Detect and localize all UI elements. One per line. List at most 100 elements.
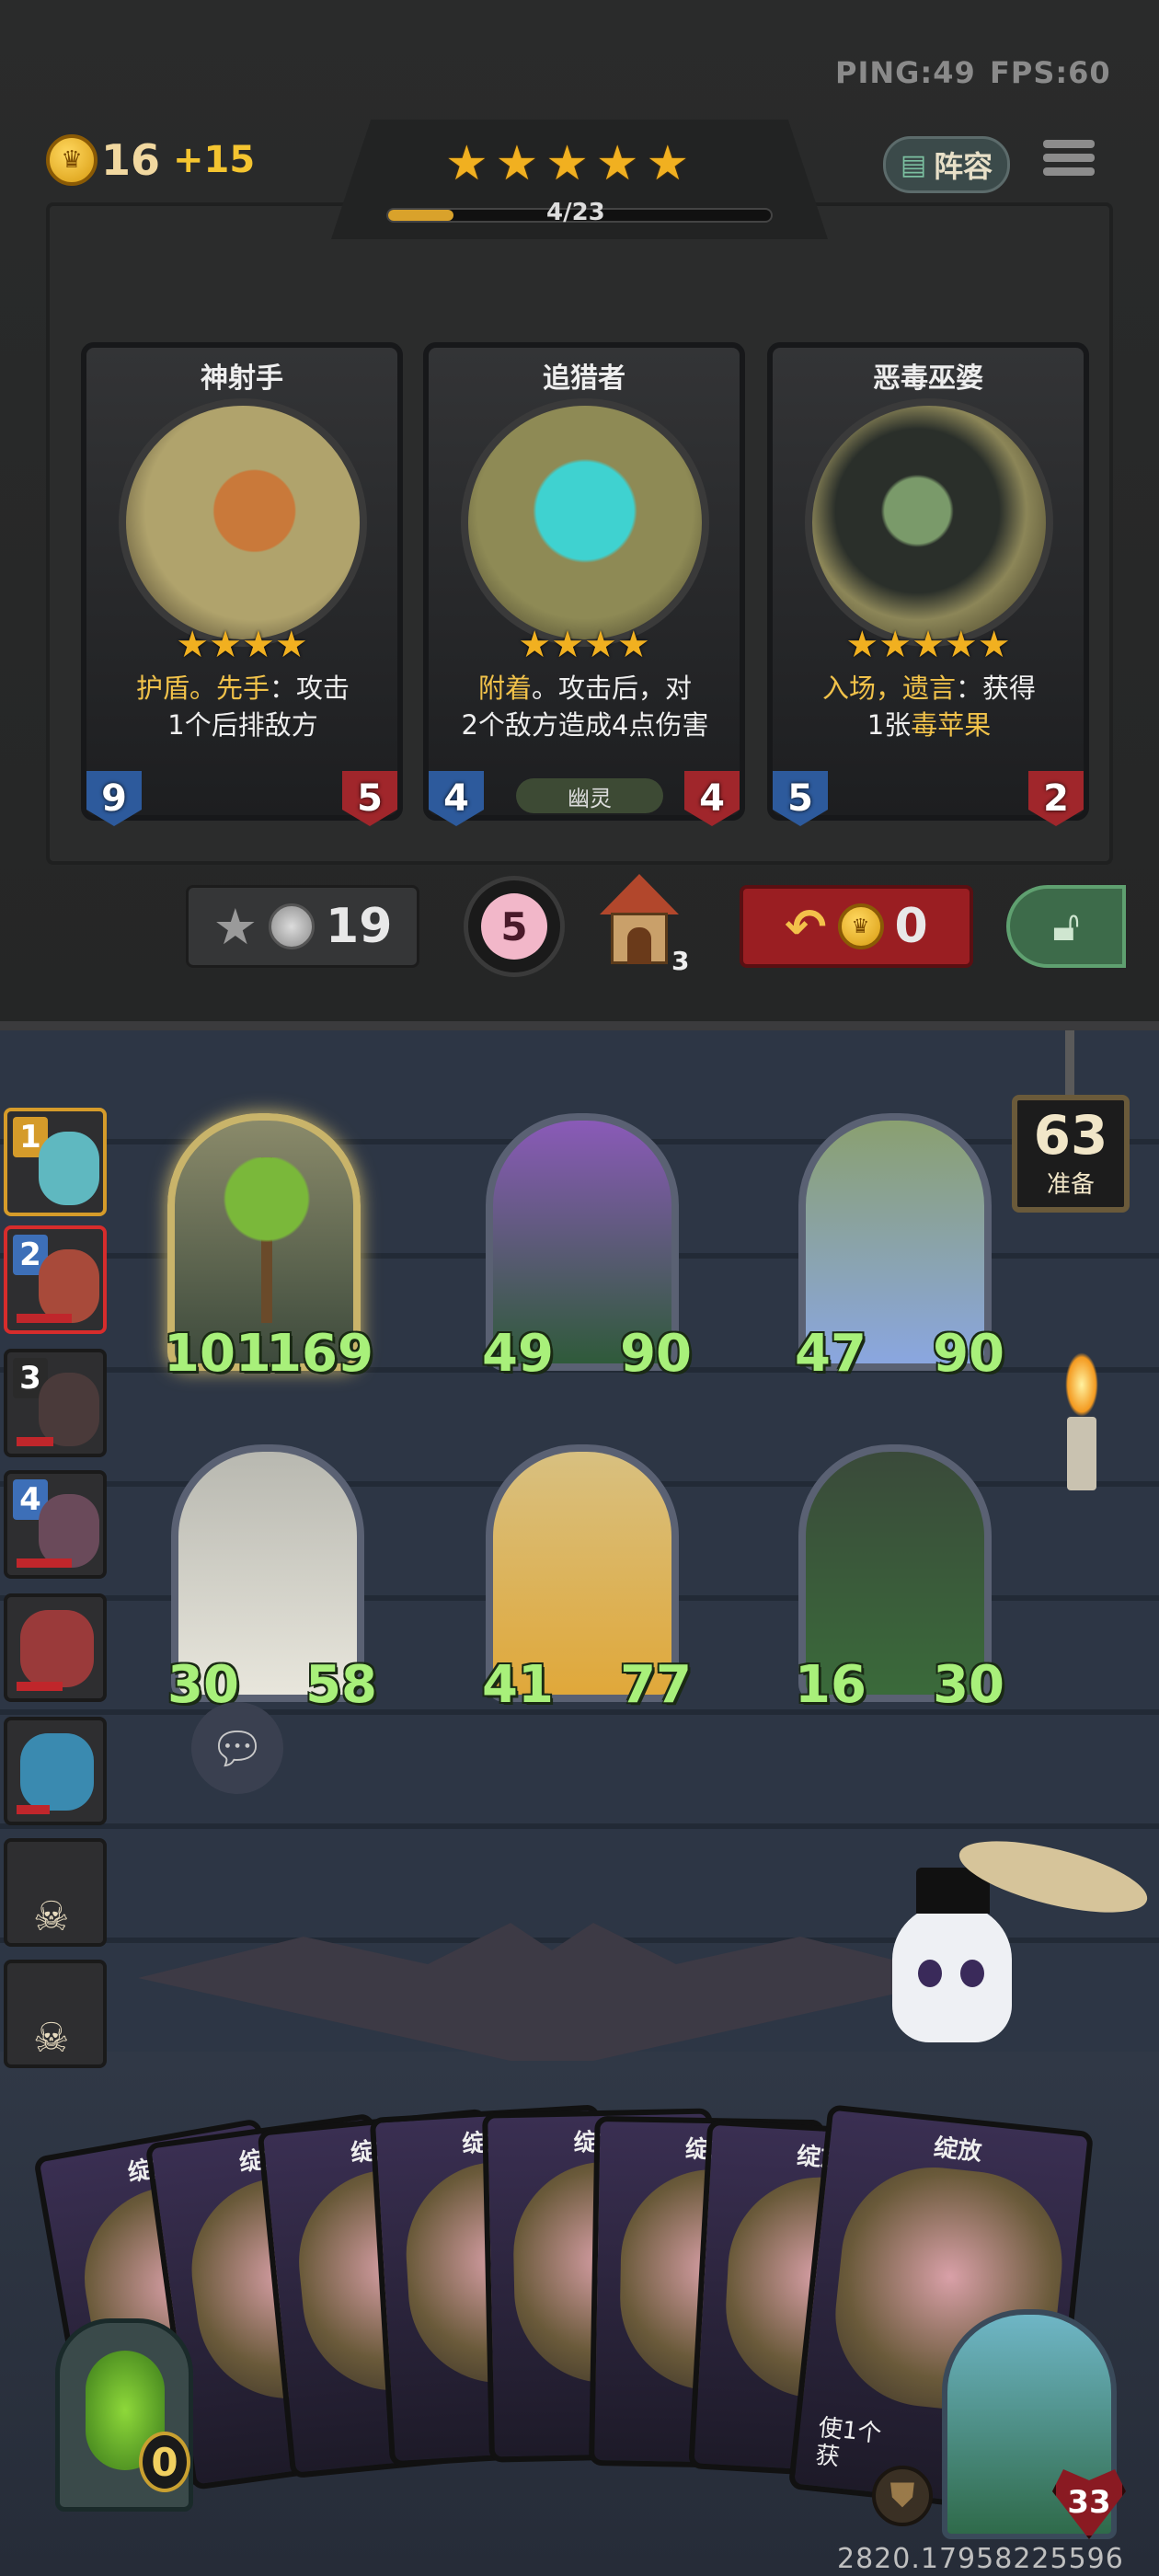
resource-counter: 0 bbox=[139, 2432, 190, 2492]
card-stars: ★★★★ bbox=[429, 624, 740, 666]
shop-card-2[interactable]: 追猎者 ★★★★ 附着。攻击后，对 2个敌方造成4点伤害 4 幽灵 4 bbox=[423, 342, 745, 826]
opponent-slot-5[interactable] bbox=[4, 1593, 107, 1702]
health-value: 2 bbox=[1028, 771, 1084, 826]
coords-readout: 2820.17958225596 bbox=[837, 2543, 1124, 2575]
board-minion-4[interactable]: 30 58 bbox=[167, 1444, 377, 1715]
shop-card-desc: 入场，遗言：获得 1张毒苹果 bbox=[791, 670, 1067, 771]
ready-count: 63 bbox=[1033, 1103, 1108, 1167]
opponent-avatar bbox=[39, 1494, 99, 1568]
refresh-button[interactable]: ↶ ♛ 0 bbox=[740, 885, 973, 968]
flower-icon: 5 bbox=[481, 893, 547, 960]
minion-attack: 16 bbox=[795, 1655, 866, 1715]
candle bbox=[1067, 1417, 1096, 1490]
refresh-icon: ↶ bbox=[785, 897, 827, 956]
minion-health: 90 bbox=[620, 1324, 692, 1384]
tier-progress-fill bbox=[388, 210, 453, 221]
keyword-text: 附着 bbox=[477, 673, 532, 704]
opponent-avatar bbox=[39, 1249, 99, 1323]
desc-text: 2个敌方造成4点伤害 bbox=[461, 709, 709, 741]
hero-power-button[interactable]: ⛊ bbox=[872, 2466, 933, 2526]
tier-star-icon: ★ bbox=[495, 136, 539, 191]
opponent-slot-2[interactable]: 2 bbox=[4, 1225, 107, 1334]
star-icon: ★ bbox=[176, 624, 210, 666]
star-icon: ★ bbox=[242, 624, 275, 666]
desc-text: 1张 bbox=[866, 709, 912, 741]
tier-stars: ★ ★ ★ ★ ★ bbox=[445, 140, 689, 188]
torch-flame-icon bbox=[1065, 1352, 1098, 1417]
star-icon: ★ bbox=[845, 624, 879, 666]
opponent-slot-7-eliminated[interactable]: ☠ bbox=[4, 1838, 107, 1947]
house-icon bbox=[600, 874, 679, 914]
tavern-tier-badge: 5 bbox=[464, 876, 565, 977]
tier-star-icon: ★ bbox=[445, 136, 488, 191]
menu-button[interactable] bbox=[1043, 134, 1095, 181]
cat-avatar bbox=[20, 1733, 94, 1811]
book-icon: ▤ bbox=[900, 148, 927, 181]
skull-icon: ☠ bbox=[33, 1893, 70, 1940]
opponent-slot-1[interactable]: 1 bbox=[4, 1108, 107, 1216]
upgrade-cost: 19 bbox=[326, 899, 393, 954]
board-minion-3[interactable]: 47 90 bbox=[795, 1113, 1004, 1384]
star-icon: ★ bbox=[912, 624, 945, 666]
minion-attack: 49 bbox=[482, 1324, 554, 1384]
opponent-slot-8-eliminated[interactable]: ☠ bbox=[4, 1960, 107, 2068]
star-icon: ★ bbox=[584, 624, 617, 666]
lock-shop-button[interactable]: 🔓︎ bbox=[1006, 885, 1126, 968]
player-hero-portrait[interactable]: 33 bbox=[942, 2309, 1126, 2539]
card-stars: ★★★★ bbox=[86, 624, 397, 666]
minion-attack: 101 bbox=[164, 1324, 271, 1384]
archer-portrait bbox=[119, 398, 367, 647]
desc-text: 。攻击后，对 bbox=[532, 673, 693, 704]
ping-text: PING:49 bbox=[835, 55, 976, 90]
resource-value: 0 bbox=[151, 2439, 178, 2485]
minion-health: 90 bbox=[933, 1324, 1004, 1384]
board-minion-6[interactable]: 16 30 bbox=[795, 1444, 1004, 1715]
opponent-slot-4[interactable]: 4 bbox=[4, 1470, 107, 1579]
gold-coin-icon: ♛ bbox=[837, 903, 884, 949]
gold-income: +15 bbox=[173, 139, 256, 181]
shop-card-3[interactable]: 恶毒巫婆 ★★★★★ 入场，遗言：获得 1张毒苹果 5 2 bbox=[767, 342, 1089, 826]
opponent-avatar bbox=[39, 1132, 99, 1205]
minion-health: 58 bbox=[305, 1655, 377, 1715]
fps-text: FPS:60 bbox=[990, 55, 1111, 90]
star-icon: ★ bbox=[274, 624, 308, 666]
upgrade-star-icon: ★ bbox=[212, 897, 258, 956]
board-minion-2[interactable]: 49 90 bbox=[482, 1113, 692, 1384]
gold-amount: 16 bbox=[101, 135, 161, 185]
skull-icon: ☠ bbox=[33, 2015, 70, 2062]
chat-icon: 💬︎ bbox=[209, 1722, 266, 1775]
board-minion-1[interactable]: 101 169 bbox=[164, 1113, 373, 1384]
tier-progress-text: 4/23 bbox=[546, 199, 605, 226]
shop-card-desc: 护盾。先手：攻击 1个后排敌方 bbox=[105, 670, 381, 771]
lineup-button[interactable]: ▤ 阵容 bbox=[883, 136, 1010, 193]
tribe-tag: 幽灵 bbox=[516, 778, 663, 813]
opponent-slot-6[interactable] bbox=[4, 1717, 107, 1825]
upgrade-tavern-button[interactable]: ★ 19 bbox=[186, 885, 419, 968]
resource-pot[interactable]: 0 bbox=[55, 2318, 193, 2512]
tavern-tier: 5 bbox=[500, 903, 528, 949]
opponent-slot-3[interactable]: 3 bbox=[4, 1349, 107, 1457]
board-minion-5[interactable]: 41 77 bbox=[482, 1444, 692, 1715]
desc-text: ：获得 bbox=[956, 673, 1037, 704]
shop-card-name: 恶毒巫婆 bbox=[873, 362, 983, 395]
chain bbox=[1065, 1030, 1074, 1095]
keyword-text: 毒苹果 bbox=[911, 709, 992, 741]
star-icon: ★ bbox=[977, 624, 1011, 666]
desc-text: ：攻击 bbox=[270, 673, 350, 704]
shop-card-1[interactable]: 神射手 ★★★★ 护盾。先手：攻击 1个后排敌方 9 5 bbox=[81, 342, 403, 826]
player-health: 33 bbox=[1052, 2469, 1126, 2539]
lineup-label: 阵容 bbox=[934, 149, 993, 184]
shop-card-name: 追猎者 bbox=[543, 362, 625, 395]
shop-card-name: 神射手 bbox=[201, 362, 283, 395]
star-icon: ★ bbox=[616, 624, 650, 666]
ready-timer: 63 准备 bbox=[1012, 1095, 1130, 1213]
chat-button[interactable]: 💬︎ bbox=[191, 1702, 283, 1794]
opponent-avatar bbox=[39, 1373, 99, 1446]
tree-art bbox=[212, 1157, 322, 1323]
star-icon: ★ bbox=[878, 624, 912, 666]
tier-star-icon: ★ bbox=[646, 136, 690, 191]
gold-display: ♛ 16 +15 bbox=[46, 134, 255, 186]
house-button[interactable]: 3 bbox=[591, 874, 692, 976]
hand-card-desc: 使1个 获 bbox=[814, 2414, 883, 2472]
health-value: 4 bbox=[684, 771, 740, 826]
